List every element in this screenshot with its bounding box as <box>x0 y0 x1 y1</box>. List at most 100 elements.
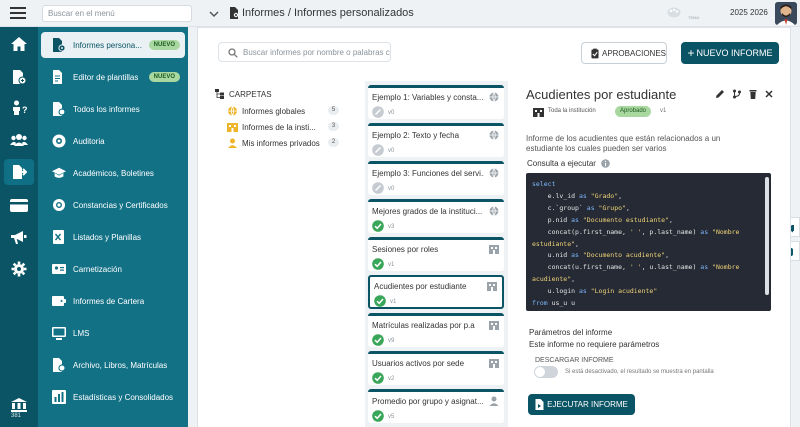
nav-item-label: Archivo, Libros, Matrículas <box>73 360 168 370</box>
detail-title: Acudientes por estudiante <box>526 87 677 102</box>
detail-version: v1 <box>660 108 667 114</box>
list-icon <box>53 230 64 244</box>
search-placeholder: Buscar informes por nombre o palabras cl <box>243 48 391 57</box>
close-icon[interactable] <box>764 89 774 99</box>
params-note: Este informe no requiere parámetros <box>529 340 660 349</box>
report-version: v3 <box>388 224 395 230</box>
building-icon <box>533 108 544 117</box>
nav-item-estadisticas[interactable]: Estadísticas y Consolidados <box>41 384 185 410</box>
globe-icon <box>489 92 499 102</box>
report-version: v0 <box>388 148 395 154</box>
nav-item-informes-personalizados[interactable]: Informes persona... NUEVO <box>41 32 185 58</box>
new-badge: NUEVO <box>148 72 180 82</box>
version-branch-icon[interactable] <box>732 89 742 99</box>
nav-item-archivo[interactable]: Archivo, Libros, Matrículas <box>41 352 185 378</box>
globe-icon <box>489 168 499 178</box>
report-settings-icon <box>53 38 66 52</box>
avatar[interactable] <box>775 2 797 25</box>
download-toggle[interactable] <box>534 366 558 378</box>
report-file-icon <box>535 399 544 410</box>
nav-item-label: Editor de plantillas <box>73 72 139 82</box>
folder-tree-icon <box>215 89 224 99</box>
school-period[interactable]: 2025 2026 <box>730 8 768 17</box>
palette-icon[interactable] <box>667 7 681 18</box>
graduation-cap-icon <box>52 167 66 178</box>
status-badge: Aprobado <box>615 106 652 117</box>
globe-icon <box>489 206 499 216</box>
info-icon[interactable] <box>601 159 610 168</box>
reports-icon[interactable] <box>4 159 34 185</box>
edit-icon[interactable] <box>715 89 725 99</box>
trash-icon[interactable] <box>748 89 758 99</box>
folder-private[interactable]: Mis informes privados 2 <box>227 137 339 149</box>
home-icon[interactable] <box>4 31 34 57</box>
draft-icon <box>372 106 384 118</box>
nav-item-carnetizacion[interactable]: Carnetización <box>41 256 185 282</box>
menu-search-input[interactable]: Buscar en el menú <box>42 5 192 22</box>
nav-item-listados[interactable]: Listados y Planillas <box>41 224 185 250</box>
run-report-button[interactable]: EJECUTAR INFORME <box>528 394 635 415</box>
users-icon[interactable] <box>4 127 34 153</box>
folder-count: 3 <box>328 122 339 131</box>
hamburger-menu-icon[interactable] <box>10 6 26 20</box>
sql-line: concat(p.first_name, ' ', p.last_name) a… <box>532 227 744 248</box>
report-card[interactable]: Acudientes por estudiante v1 <box>368 275 504 309</box>
nav-item-cartera[interactable]: Informes de Cartera <box>41 288 185 314</box>
report-card[interactable]: Usuarios activos por sede v2 <box>368 351 504 385</box>
nav-item-todos-informes[interactable]: Todos los informes <box>41 96 185 122</box>
card-icon[interactable] <box>4 192 34 218</box>
report-version: v0 <box>388 110 395 116</box>
report-card[interactable]: Ejemplo 2: Texto y fecha v0 <box>368 123 504 157</box>
new-report-button[interactable]: + NUEVO INFORME <box>681 42 779 64</box>
report-version: v0 <box>388 186 395 192</box>
building-icon <box>489 245 499 254</box>
gear-icon[interactable] <box>4 256 34 282</box>
person-help-icon[interactable]: ? <box>4 95 34 121</box>
folder-institution[interactable]: Informes de la insti... 3 <box>227 121 339 133</box>
nav-item-editor-plantillas[interactable]: Editor de plantillas NUEVO <box>41 64 185 90</box>
report-card[interactable]: Mejores grados de la instituci... v3 <box>368 199 504 233</box>
detail-description: Informe de los acudientes que están rela… <box>526 134 721 153</box>
student-enroll-icon[interactable] <box>4 64 34 90</box>
main-card: Buscar informes por nombre o palabras cl… <box>197 27 791 427</box>
report-list: Ejemplo 1: Variables y consta... v0 Ejempl… <box>365 81 508 427</box>
archive-icon <box>53 358 66 372</box>
report-name: Usuarios activos por sede <box>372 359 465 368</box>
folder-global[interactable]: Informes globales 5 <box>227 105 339 117</box>
nav-item-label: Informes de Cartera <box>73 296 145 306</box>
audit-icon <box>52 134 66 148</box>
report-version: v9 <box>388 338 395 344</box>
user-icon <box>228 138 237 148</box>
check-circle-icon <box>372 334 384 346</box>
code-scrollbar[interactable] <box>765 177 769 295</box>
nav-item-academicos-boletines[interactable]: Académicos, Boletines <box>41 160 185 186</box>
check-circle-icon <box>374 295 386 307</box>
sql-line: e.lv_id as "Grado", <box>532 191 623 200</box>
check-circle-icon <box>372 258 384 270</box>
report-search-input[interactable]: Buscar informes por nombre o palabras cl <box>218 42 391 62</box>
megaphone-icon[interactable] <box>4 224 34 250</box>
sql-code-block[interactable]: select e.lv_id as "Grado", c.`group` as … <box>526 173 771 311</box>
user-icon <box>489 396 499 406</box>
nav-item-lms[interactable]: LMS <box>41 320 185 346</box>
report-name: Ejemplo 3: Funciones del servi... <box>372 169 484 178</box>
folder-label: Informes de la insti... <box>242 122 316 132</box>
download-label: DESCARGAR INFORME <box>535 357 614 364</box>
icon-rail: ? <box>0 27 38 427</box>
report-card[interactable]: Ejemplo 1: Variables y consta... v0 <box>368 85 504 119</box>
building-icon <box>227 123 238 132</box>
report-card[interactable]: Ejemplo 3: Funciones del servi... v0 <box>368 161 504 195</box>
breadcrumb: Informes / Informes personalizados <box>242 7 414 19</box>
chevron-down-icon[interactable] <box>208 8 220 20</box>
query-label-text: Consulta a ejecutar <box>527 159 596 168</box>
report-card[interactable]: Sesiones por roles v1 <box>368 237 504 271</box>
report-name: Matrículas realizadas por p.a <box>372 321 475 330</box>
nav-item-constancias[interactable]: Constancias y Certificados <box>41 192 185 218</box>
report-card[interactable]: Matrículas realizadas por p.a v9 <box>368 313 504 347</box>
sql-line: concat(u.first_name, ' ', u.last_name) a… <box>532 263 744 284</box>
approvals-button[interactable]: APROBACIONES <box>581 42 667 64</box>
nav-item-auditoria[interactable]: Auditoria <box>41 128 185 154</box>
new-badge: NUEVO <box>148 40 180 50</box>
query-label: Consulta a ejecutar <box>527 159 610 168</box>
report-card[interactable]: Promedio por grupo y asignat... v5 <box>368 389 504 423</box>
